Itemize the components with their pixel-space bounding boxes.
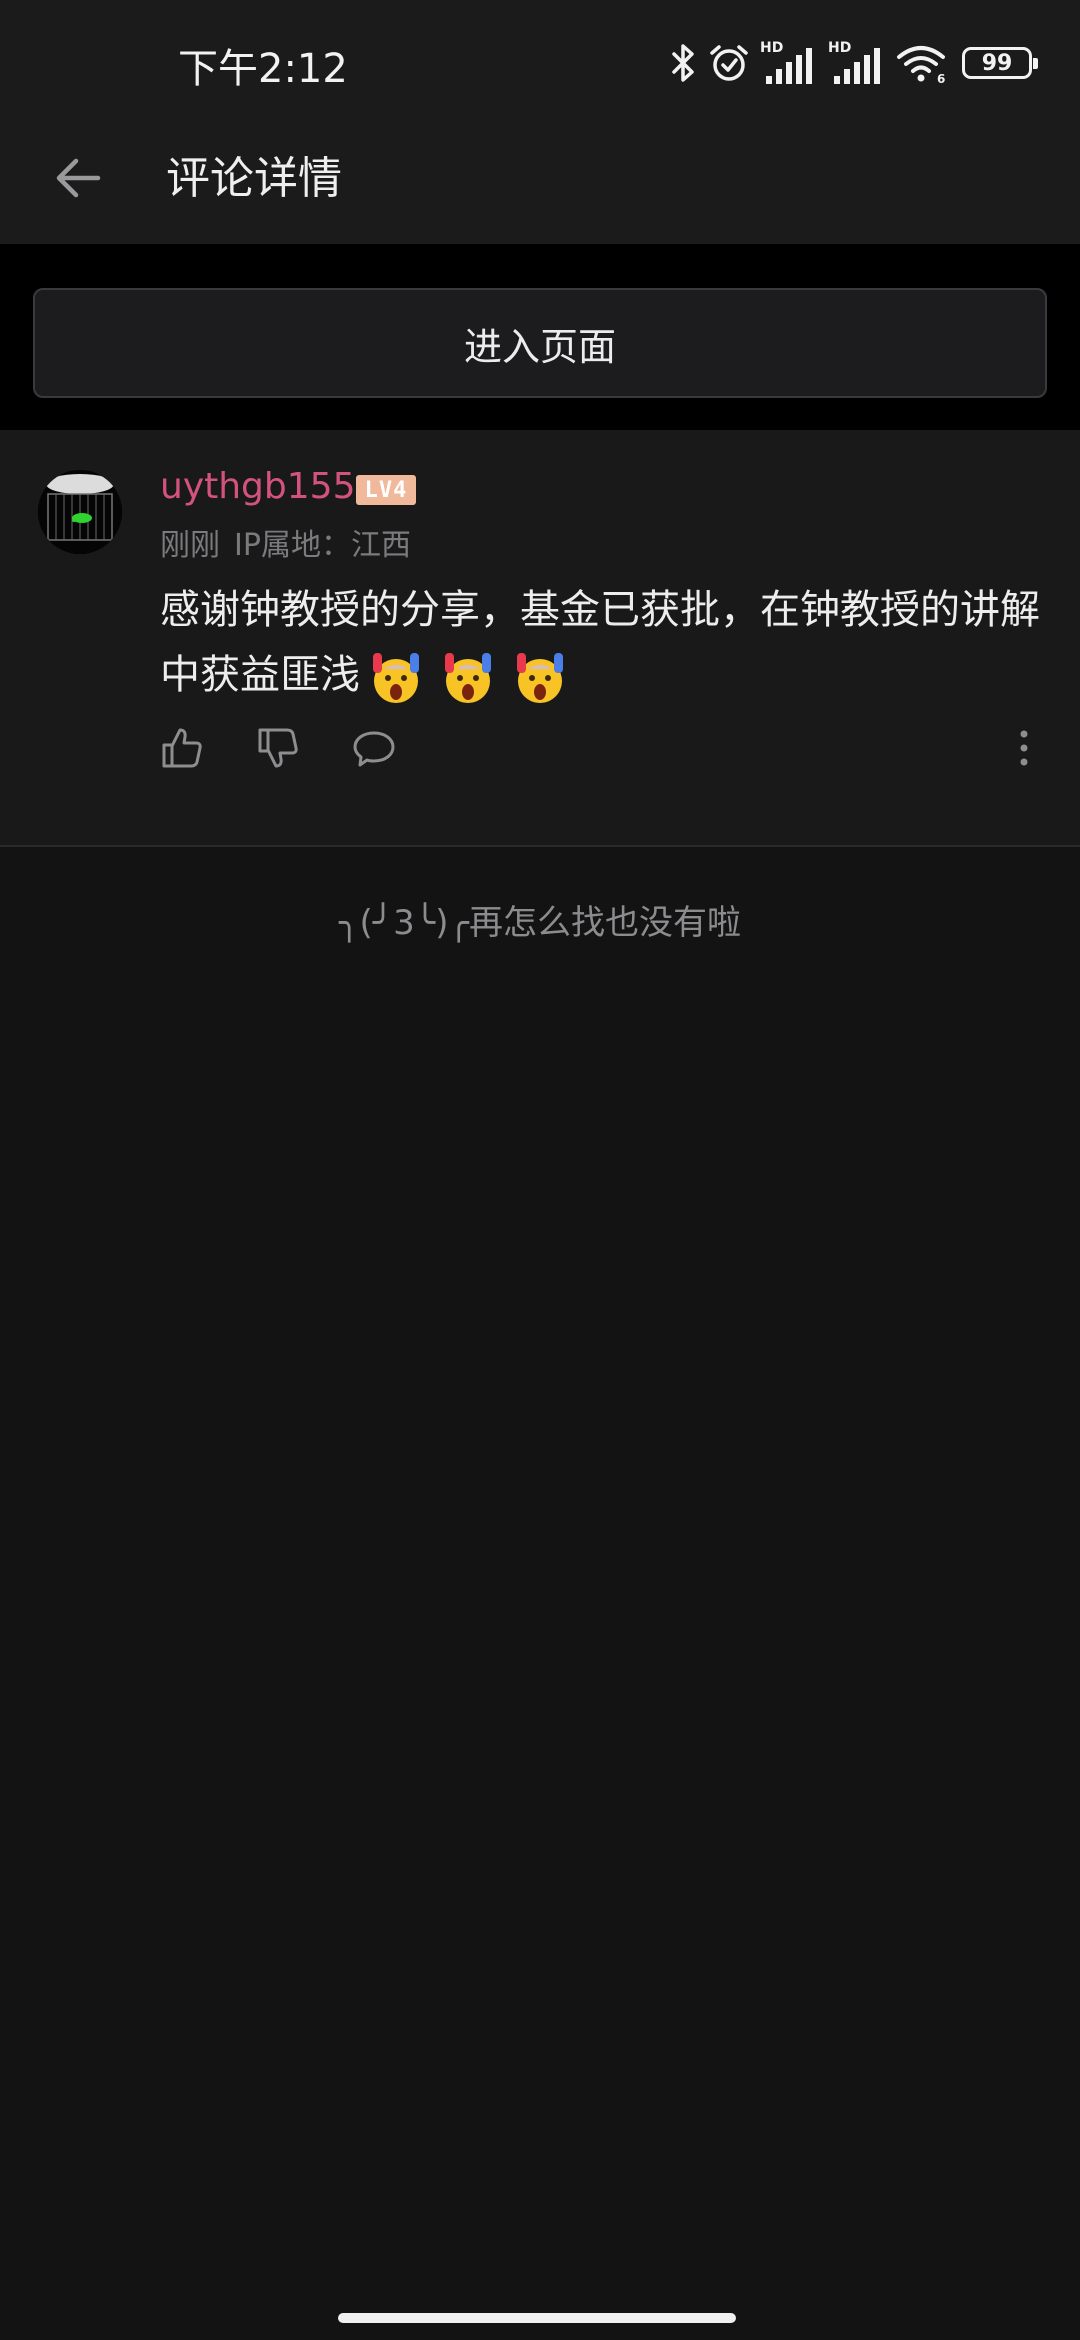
comment-card: uythgb155 LV4 刚刚 IP属地：江西 感谢钟教授的分享，基金已获批，在… bbox=[0, 430, 1080, 847]
ip-location: IP属地：江西 bbox=[234, 528, 411, 563]
enter-page-area: 进入页面 bbox=[0, 244, 1080, 430]
end-of-list-text: ╮(╯3╰)╭再怎么找也没有啦 bbox=[338, 903, 742, 943]
comment-body: 感谢钟教授的分享，基金已获批，在钟教授的讲解中获益匪浅 bbox=[160, 578, 1040, 708]
comment-meta: 刚刚 IP属地：江西 bbox=[160, 520, 425, 564]
signal-icon: HD bbox=[760, 40, 818, 86]
wifi-icon: 6 bbox=[896, 42, 946, 84]
comment-time: 刚刚 bbox=[160, 528, 220, 563]
thumbs-up-icon bbox=[162, 728, 202, 768]
bluetooth-icon bbox=[670, 42, 698, 84]
thumbs-down-icon bbox=[258, 728, 298, 768]
comment-bubble-icon bbox=[353, 731, 395, 767]
page-title: 评论详情 bbox=[166, 153, 342, 204]
enter-page-button[interactable]: 进入页面 bbox=[33, 288, 1047, 398]
home-indicator[interactable] bbox=[338, 2313, 736, 2323]
back-button[interactable] bbox=[44, 144, 112, 212]
scared-face-emoji bbox=[373, 653, 419, 703]
avatar[interactable] bbox=[38, 470, 122, 554]
alarm-icon bbox=[708, 42, 750, 84]
status-time: 下午2:12 bbox=[178, 46, 348, 92]
dislike-button[interactable] bbox=[256, 726, 300, 770]
arrow-left-icon bbox=[56, 158, 101, 198]
scared-face-emoji bbox=[517, 653, 563, 703]
comment-actions bbox=[160, 726, 396, 770]
signal-icon: HD bbox=[828, 40, 886, 86]
emoji-group bbox=[366, 649, 570, 705]
username[interactable]: uythgb155 bbox=[160, 466, 355, 507]
comment-text: 感谢钟教授的分享，基金已获批，在钟教授的讲解中获益匪浅 bbox=[160, 587, 1040, 698]
svg-text:6: 6 bbox=[937, 72, 945, 84]
more-button[interactable] bbox=[1002, 726, 1046, 770]
like-button[interactable] bbox=[160, 726, 204, 770]
header: 评论详情 bbox=[0, 120, 1080, 244]
level-badge: LV4 bbox=[356, 475, 416, 505]
battery-icon: 99 bbox=[962, 47, 1038, 79]
status-icons: HD HD 6 99 bbox=[670, 38, 1038, 88]
scared-face-emoji bbox=[445, 653, 491, 703]
reply-button[interactable] bbox=[352, 726, 396, 770]
more-vertical-icon bbox=[1020, 730, 1028, 766]
status-bar: 下午2:12 HD HD 6 99 bbox=[0, 0, 1080, 120]
